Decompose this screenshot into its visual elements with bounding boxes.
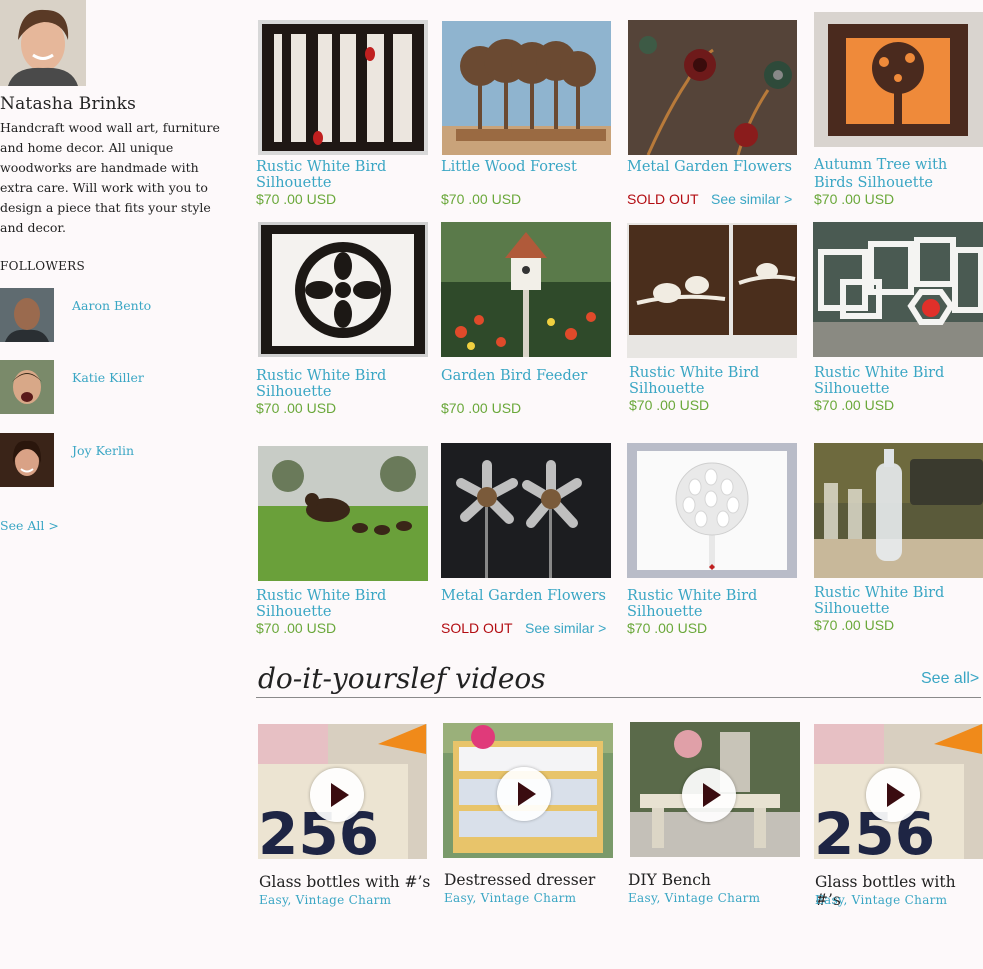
divider bbox=[256, 697, 981, 698]
play-icon[interactable] bbox=[497, 767, 551, 821]
follower-avatar[interactable] bbox=[0, 360, 54, 414]
product-title[interactable]: Autumn Tree with Birds Silhouette bbox=[814, 156, 983, 192]
product-title[interactable]: Rustic White Bird Silhouette bbox=[256, 368, 426, 400]
product-title[interactable]: Little Wood Forest bbox=[441, 159, 577, 175]
product-title[interactable]: Rustic White Bird Silhouette bbox=[814, 365, 983, 397]
follower-avatar[interactable] bbox=[0, 288, 54, 342]
play-icon[interactable] bbox=[310, 768, 364, 822]
product-image[interactable] bbox=[628, 20, 797, 155]
see-all-videos-link[interactable]: See all> bbox=[921, 670, 979, 688]
diy-videos-heading-text: do-it-yourslef videos bbox=[258, 662, 546, 695]
product-title[interactable]: Rustic White Bird Silhouette bbox=[814, 585, 983, 617]
product-price: $70 .00 USD bbox=[441, 191, 522, 207]
product-price: $70 .00 USD bbox=[627, 620, 708, 636]
video-title[interactable]: Glass bottles with #’s bbox=[259, 873, 430, 891]
product-image[interactable] bbox=[258, 222, 428, 357]
follower-name[interactable]: Aaron Bento bbox=[72, 298, 151, 313]
video-tags[interactable]: Easy, Vintage Charm bbox=[259, 893, 391, 907]
product-price: $70 .00 USD bbox=[629, 397, 710, 413]
product-price: $70 .00 USD bbox=[814, 617, 895, 633]
product-image[interactable] bbox=[627, 223, 797, 358]
product-image[interactable] bbox=[627, 443, 797, 578]
video-tags[interactable]: Easy, Vintage Charm bbox=[628, 891, 760, 905]
follower-name[interactable]: Katie Killer bbox=[72, 370, 144, 385]
video-tags[interactable]: Easy, Vintage Charm bbox=[444, 891, 576, 905]
play-icon[interactable] bbox=[866, 768, 920, 822]
play-icon[interactable] bbox=[682, 768, 736, 822]
profile-avatar[interactable] bbox=[0, 0, 86, 86]
see-similar-link[interactable]: See similar > bbox=[525, 620, 606, 636]
product-title[interactable]: Rustic White Bird Silhouette bbox=[627, 588, 797, 620]
product-price: $70 .00 USD bbox=[256, 191, 337, 207]
see-similar-link[interactable]: See similar > bbox=[711, 191, 792, 207]
video-thumbnail[interactable] bbox=[630, 722, 800, 857]
product-price: $70 .00 USD bbox=[814, 397, 895, 413]
video-thumbnail[interactable]: 256 bbox=[814, 724, 983, 859]
product-image[interactable] bbox=[258, 446, 428, 581]
follower-item[interactable]: Aaron Bento bbox=[0, 288, 220, 344]
follower-name[interactable]: Joy Kerlin bbox=[72, 443, 134, 458]
follower-item[interactable]: Joy Kerlin bbox=[0, 433, 220, 489]
sold-out-label: SOLD OUT bbox=[441, 620, 513, 636]
video-title[interactable]: DIY Bench bbox=[628, 871, 711, 889]
product-image[interactable] bbox=[813, 222, 983, 357]
product-title[interactable]: Rustic White Bird Silhouette bbox=[629, 365, 799, 397]
video-thumbnail[interactable] bbox=[443, 723, 613, 858]
profile-name: Natasha Brinks bbox=[0, 94, 137, 114]
product-price: $70 .00 USD bbox=[256, 620, 337, 636]
video-thumbnail[interactable]: 256 bbox=[258, 724, 427, 859]
product-price: $70 .00 USD bbox=[814, 191, 895, 207]
product-title[interactable]: Metal Garden Flowers bbox=[441, 588, 606, 604]
product-image[interactable] bbox=[442, 21, 611, 155]
product-title[interactable]: Rustic White Bird Silhouette bbox=[256, 159, 426, 191]
product-price: $70 .00 USD bbox=[256, 400, 337, 416]
sold-out-label: SOLD OUT bbox=[627, 191, 699, 207]
followers-heading: FOLLOWERS bbox=[0, 259, 85, 273]
profile-bio: Handcraft wood wall art, furniture and h… bbox=[0, 120, 220, 235]
follower-item[interactable]: Katie Killer bbox=[0, 360, 220, 416]
product-image[interactable] bbox=[258, 20, 428, 155]
see-all-followers-link[interactable]: See All > bbox=[0, 518, 59, 533]
product-image[interactable] bbox=[814, 12, 983, 147]
product-image[interactable] bbox=[441, 443, 611, 578]
follower-avatar[interactable] bbox=[0, 433, 54, 487]
video-tags[interactable]: Easy, Vintage Charm bbox=[815, 893, 947, 907]
diy-videos-heading: do-it-yourslef videos bbox=[256, 648, 556, 720]
product-title[interactable]: Metal Garden Flowers bbox=[627, 159, 792, 175]
product-price: $70 .00 USD bbox=[441, 400, 522, 416]
product-image[interactable] bbox=[814, 443, 983, 578]
video-title[interactable]: Destressed dresser bbox=[444, 871, 595, 889]
product-image[interactable] bbox=[441, 222, 611, 357]
product-title[interactable]: Garden Bird Feeder bbox=[441, 368, 587, 384]
product-title[interactable]: Rustic White Bird Silhouette bbox=[256, 588, 426, 620]
